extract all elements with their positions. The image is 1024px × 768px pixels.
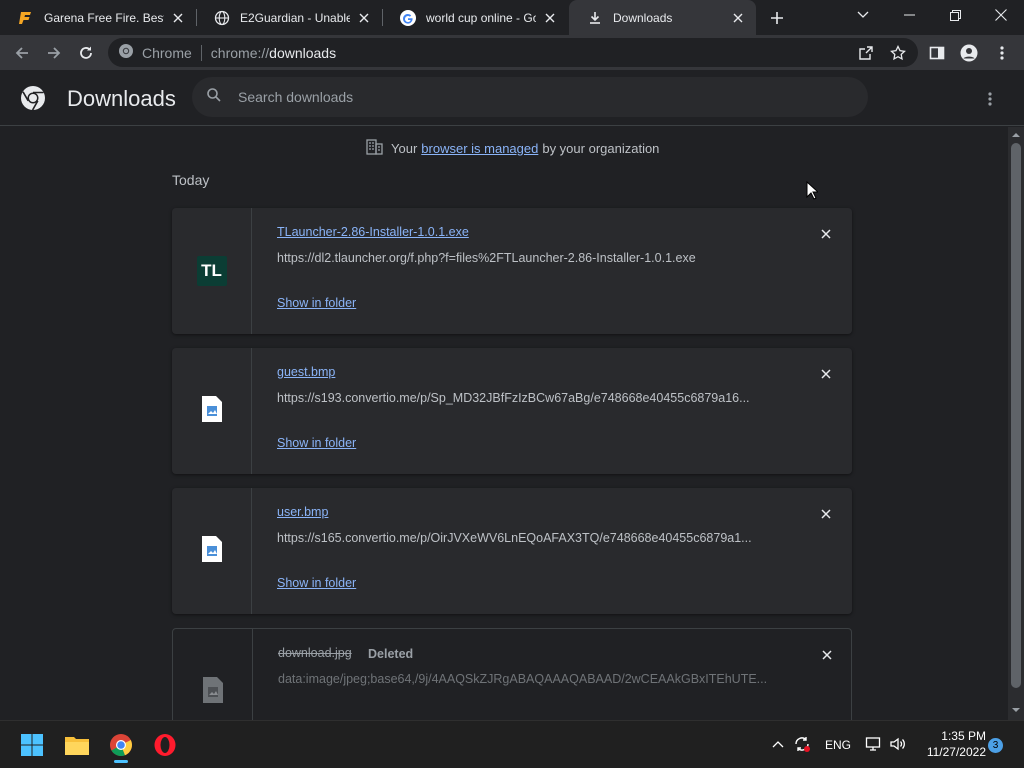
scrollbar-thumb[interactable]	[1011, 143, 1021, 688]
image-file-icon	[200, 535, 224, 568]
download-icon	[587, 10, 603, 26]
chrome-icon	[118, 43, 134, 62]
remove-from-list-icon[interactable]	[818, 366, 834, 382]
minimize-button[interactable]	[886, 0, 932, 30]
file-icon-column	[172, 488, 252, 614]
active-app-indicator	[114, 760, 128, 763]
tab-title: Downloads	[613, 10, 673, 25]
new-tab-button[interactable]	[767, 8, 787, 28]
free-fire-icon	[18, 10, 34, 26]
share-icon[interactable]	[853, 40, 879, 66]
scroll-down-arrow-icon[interactable]	[1012, 707, 1020, 713]
browser-toolbar: Chrome chrome://downloads	[0, 35, 1024, 70]
chrome-logo-icon	[20, 85, 46, 111]
url-host: downloads	[269, 44, 337, 61]
managed-suffix: by your organization	[542, 141, 660, 156]
profile-avatar-icon[interactable]	[956, 40, 982, 66]
bookmark-star-icon[interactable]	[885, 40, 911, 66]
url-scheme: chrome://	[210, 44, 270, 61]
omnibox-divider	[200, 44, 202, 61]
file-icon-column: TL	[172, 208, 252, 334]
language-indicator[interactable]: ENG	[825, 738, 851, 752]
tab-search-chevron-icon[interactable]	[840, 0, 886, 30]
downloads-menu-icon[interactable]	[978, 87, 1002, 111]
reload-button[interactable]	[73, 40, 99, 66]
chrome-menu-icon[interactable]	[989, 40, 1015, 66]
file-source-url[interactable]: https://s165.convertio.me/p/OirJVXeWV6Ln…	[277, 531, 777, 545]
tab-e2guardian[interactable]: E2Guardian - Unable to	[196, 0, 382, 35]
clock-time: 1:35 PM	[941, 729, 986, 743]
file-icon-column	[173, 629, 253, 720]
browser-managed-link[interactable]: browser is managed	[421, 141, 538, 156]
download-item: user.bmp https://s165.convertio.me/p/Oir…	[172, 488, 852, 614]
close-tab-icon[interactable]	[170, 10, 186, 26]
chrome-taskbar-icon[interactable]	[105, 729, 137, 763]
network-icon[interactable]	[865, 735, 883, 756]
file-explorer-icon[interactable]	[61, 729, 93, 761]
show-in-folder-link[interactable]: Show in folder	[277, 296, 356, 310]
show-in-folder-link[interactable]: Show in folder	[277, 436, 356, 450]
scrollbar[interactable]	[1008, 127, 1024, 720]
scroll-up-arrow-icon[interactable]	[1012, 132, 1020, 138]
tab-title: E2Guardian - Unable to	[240, 10, 350, 25]
search-icon	[206, 87, 222, 108]
search-input[interactable]	[238, 89, 838, 105]
tab-world-cup[interactable]: world cup online - Goo	[382, 0, 568, 35]
side-panel-icon[interactable]	[924, 40, 950, 66]
restore-button[interactable]	[932, 0, 978, 30]
search-box[interactable]	[192, 77, 868, 117]
close-window-button[interactable]	[978, 0, 1024, 30]
sync-icon[interactable]	[793, 735, 811, 756]
remove-from-list-icon[interactable]	[818, 506, 834, 522]
windows-taskbar: ENG 1:35 PM 11/27/2022 3	[0, 720, 1024, 768]
file-source-url: data:image/jpeg;base64,/9j/4AAQSkZJRgABA…	[278, 672, 768, 686]
download-item: guest.bmp https://s193.convertio.me/p/Sp…	[172, 348, 852, 474]
volume-icon[interactable]	[889, 735, 907, 756]
download-item-deleted: download.jpg Deleted data:image/jpeg;bas…	[172, 628, 852, 720]
file-name: download.jpg	[278, 646, 352, 660]
building-icon	[366, 139, 383, 158]
file-source-url[interactable]: https://s193.convertio.me/p/Sp_MD32JBfFz…	[277, 391, 777, 405]
status-badge: Deleted	[368, 647, 414, 661]
back-button[interactable]	[9, 40, 35, 66]
tab-strip: Garena Free Fire. Best s E2Guardian - Un…	[0, 0, 1024, 35]
managed-notice: Your browser is managed by your organiza…	[366, 139, 659, 158]
downloads-list: Your browser is managed by your organiza…	[0, 127, 1008, 720]
file-name-link[interactable]: TLauncher-2.86-Installer-1.0.1.exe	[277, 225, 469, 239]
page-title: Downloads	[67, 86, 176, 111]
site-label: Chrome	[142, 44, 192, 61]
file-name-link[interactable]: guest.bmp	[277, 365, 335, 379]
download-item: TL TLauncher-2.86-Installer-1.0.1.exe ht…	[172, 208, 852, 334]
close-tab-icon[interactable]	[730, 10, 746, 26]
tlauncher-icon: TL	[196, 256, 227, 286]
show-in-folder-link[interactable]: Show in folder	[277, 576, 356, 590]
address-bar[interactable]: Chrome chrome://downloads	[108, 38, 918, 67]
downloads-header: Downloads	[0, 70, 1024, 126]
tab-free-fire[interactable]: Garena Free Fire. Best s	[0, 0, 196, 35]
image-file-icon	[201, 676, 225, 709]
google-icon	[400, 9, 416, 26]
tab-downloads[interactable]: Downloads	[569, 0, 756, 35]
forward-button[interactable]	[41, 40, 67, 66]
opera-icon[interactable]	[149, 729, 181, 761]
windows-start-icon[interactable]	[16, 729, 48, 761]
remove-from-list-icon[interactable]	[819, 647, 835, 663]
section-heading-today: Today	[172, 172, 210, 188]
file-icon-column	[172, 348, 252, 474]
image-file-icon	[200, 395, 224, 428]
globe-icon	[214, 10, 230, 26]
file-source-url[interactable]: https://dl2.tlauncher.org/f.php?f=files%…	[277, 251, 777, 265]
close-tab-icon[interactable]	[356, 10, 372, 26]
show-hidden-icons-chevron-icon[interactable]	[772, 737, 784, 751]
notification-count-badge[interactable]: 3	[988, 738, 1003, 753]
mouse-cursor-icon	[806, 181, 818, 200]
tab-title: Garena Free Fire. Best s	[44, 10, 164, 25]
file-name-link[interactable]: user.bmp	[277, 505, 328, 519]
system-clock[interactable]: 1:35 PM 11/27/2022	[916, 728, 986, 760]
tab-title: world cup online - Goo	[426, 10, 536, 25]
close-tab-icon[interactable]	[542, 10, 558, 26]
clock-date: 11/27/2022	[926, 745, 986, 759]
remove-from-list-icon[interactable]	[818, 226, 834, 242]
managed-prefix: Your	[391, 141, 418, 156]
